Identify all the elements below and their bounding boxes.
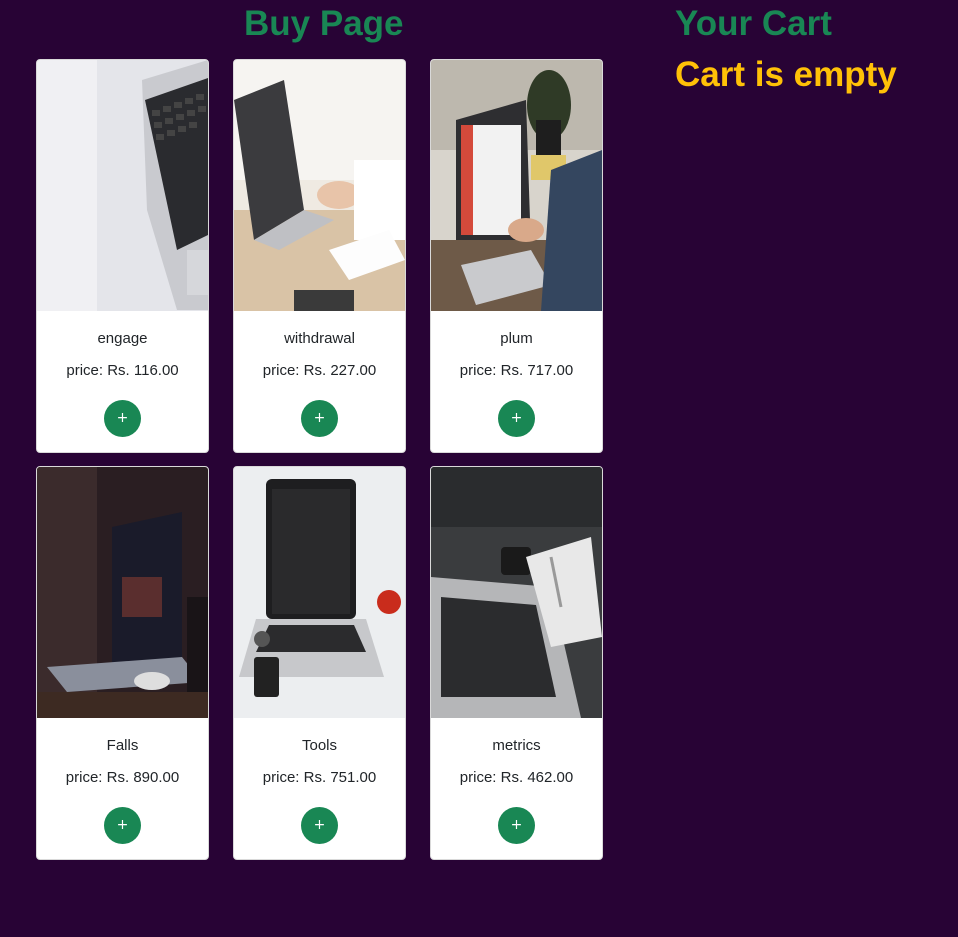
product-image [234, 467, 405, 718]
product-price: price: Rs. 462.00 [460, 769, 573, 787]
price-prefix: price: Rs. [65, 769, 134, 786]
add-to-cart-button[interactable]: + [301, 807, 338, 844]
product-card-body: engage price: Rs. 116.00 + [37, 311, 208, 452]
product-card: withdrawal price: Rs. 227.00 + [233, 59, 406, 453]
product-price: price: Rs. 751.00 [263, 769, 376, 787]
add-to-cart-button[interactable]: + [498, 400, 535, 437]
page: Buy Page Your Cart Cart is empty engage … [0, 0, 958, 937]
product-image [234, 60, 405, 311]
price-value: 890.00 [133, 769, 180, 786]
product-name: withdrawal [284, 330, 355, 347]
price-value: 116.00 [133, 362, 179, 379]
product-image [431, 60, 602, 311]
product-card-body: plum price: Rs. 717.00 + [431, 311, 602, 452]
product-name: Tools [301, 737, 338, 754]
product-name: engage [97, 330, 148, 347]
product-name: plum [500, 330, 533, 347]
price-prefix: price: Rs. [262, 769, 331, 786]
product-grid: engage price: Rs. 116.00 + withdrawal pr… [36, 59, 603, 860]
product-card: engage price: Rs. 116.00 + [36, 59, 209, 453]
product-price: price: Rs. 890.00 [66, 769, 179, 787]
buy-page-title: Buy Page [244, 4, 404, 43]
product-card: metrics price: Rs. 462.00 + [430, 466, 603, 860]
cart-title: Your Cart [675, 4, 832, 43]
product-card: plum price: Rs. 717.00 + [430, 59, 603, 453]
price-prefix: price: Rs. [262, 362, 331, 379]
product-name: Falls [106, 737, 139, 754]
product-name: metrics [492, 737, 541, 754]
product-card-body: withdrawal price: Rs. 227.00 + [234, 311, 405, 452]
product-card-body: Tools price: Rs. 751.00 + [234, 718, 405, 859]
product-price: price: Rs. 717.00 [460, 362, 573, 380]
product-image [37, 467, 208, 718]
product-card-body: metrics price: Rs. 462.00 + [431, 718, 602, 859]
price-value: 751.00 [330, 769, 377, 786]
price-value: 462.00 [527, 769, 574, 786]
price-prefix: price: Rs. [459, 769, 528, 786]
add-to-cart-button[interactable]: + [301, 400, 338, 437]
product-card: Tools price: Rs. 751.00 + [233, 466, 406, 860]
price-value: 717.00 [527, 362, 574, 379]
price-prefix: price: Rs. [459, 362, 528, 379]
product-image [37, 60, 208, 311]
add-to-cart-button[interactable]: + [498, 807, 535, 844]
add-to-cart-button[interactable]: + [104, 807, 141, 844]
product-price: price: Rs. 116.00 [66, 362, 178, 380]
product-image [431, 467, 602, 718]
product-card: Falls price: Rs. 890.00 + [36, 466, 209, 860]
product-price: price: Rs. 227.00 [263, 362, 376, 380]
cart-empty-message: Cart is empty [675, 55, 897, 94]
price-value: 227.00 [330, 362, 377, 379]
price-prefix: price: Rs. [66, 362, 134, 379]
add-to-cart-button[interactable]: + [104, 400, 141, 437]
product-card-body: Falls price: Rs. 890.00 + [37, 718, 208, 859]
